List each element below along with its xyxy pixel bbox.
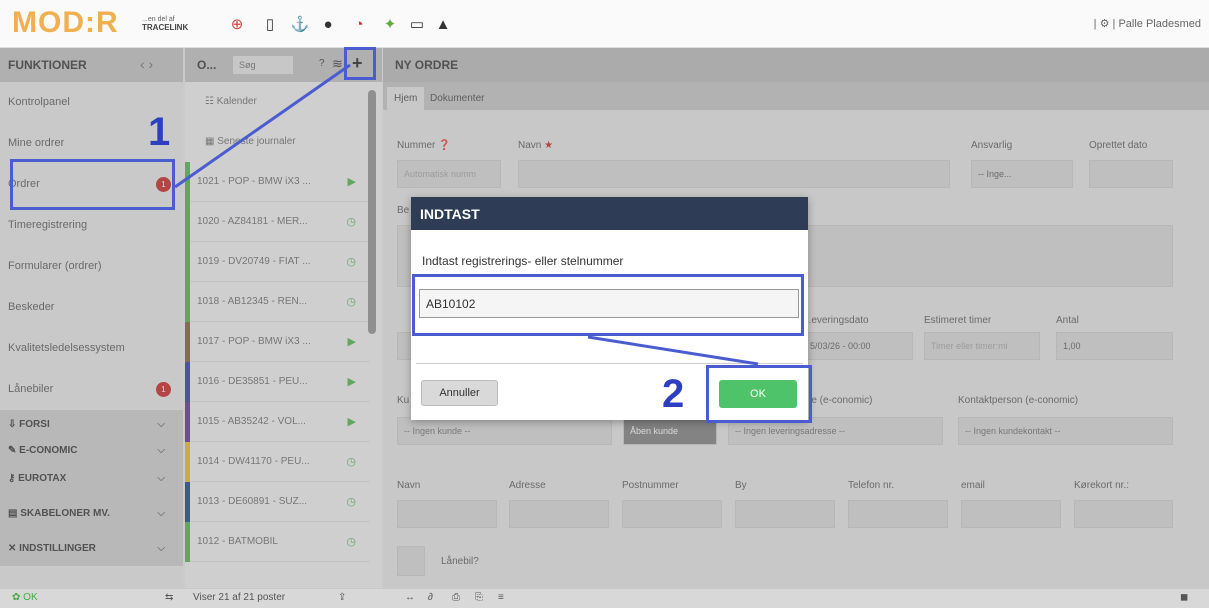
annotation-arrows bbox=[174, 63, 759, 366]
annotation-line-2 bbox=[587, 335, 759, 366]
annotation-line-1 bbox=[174, 63, 351, 189]
